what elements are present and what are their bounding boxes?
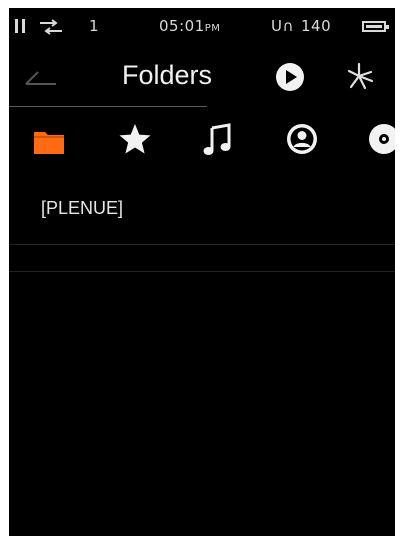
list-item[interactable]: [PLENUE] [9, 172, 395, 245]
tab-folders-icon[interactable] [33, 122, 65, 156]
signal-indicator: U∩ [271, 17, 294, 35]
clock: 05:01PM [159, 17, 220, 38]
shuffle-icon[interactable] [343, 61, 375, 93]
tab-songs-icon[interactable] [203, 122, 233, 156]
back-arrow-icon[interactable] [24, 64, 58, 90]
battery-value: 140 [301, 17, 332, 35]
category-tabs [9, 108, 395, 272]
tabs-divider [9, 271, 395, 272]
clock-suffix: PM [204, 23, 221, 34]
tab-favorites-icon[interactable] [118, 122, 152, 156]
title-divider [9, 106, 207, 107]
folder-label: [PLENUE] [41, 198, 124, 218]
title-bar: Folders [9, 46, 395, 108]
tab-artists-icon[interactable] [285, 122, 319, 156]
play-button-icon[interactable] [275, 62, 305, 92]
tab-albums-icon[interactable] [367, 122, 395, 156]
page-title: Folders [121, 60, 213, 90]
status-bar: 1 05:01PM U∩ 140 [9, 8, 395, 46]
clock-time: 05:01 [159, 17, 205, 35]
battery-icon [362, 21, 389, 32]
folder-list: [PLENUE] [9, 172, 395, 245]
track-number: 1 [89, 17, 100, 35]
pause-icon [15, 19, 27, 33]
player-screen: 1 05:01PM U∩ 140 Folders [PLENUE] [9, 8, 395, 536]
repeat-icon [40, 19, 62, 35]
